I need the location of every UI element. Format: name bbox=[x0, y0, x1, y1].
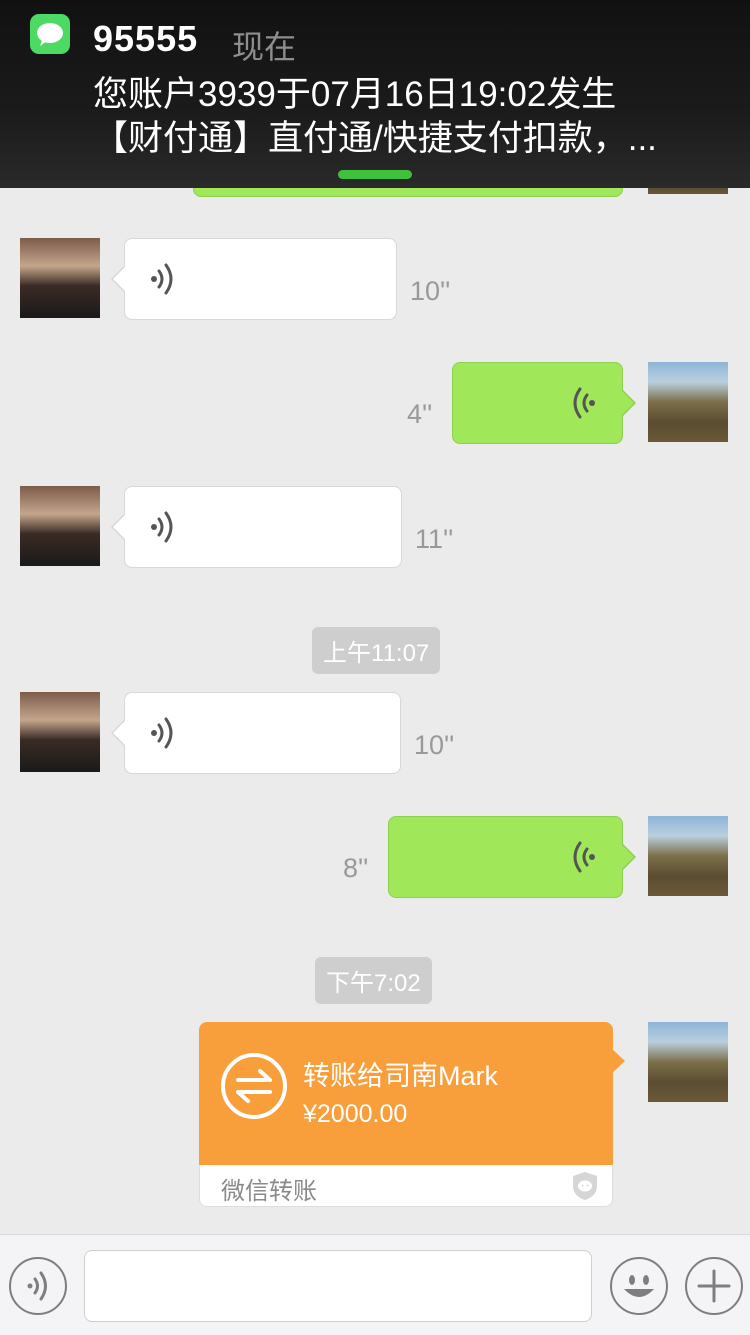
voice-duration: 4'' bbox=[407, 399, 433, 429]
voice-wave-icon bbox=[573, 841, 595, 873]
voice-message-bubble[interactable] bbox=[388, 816, 636, 898]
notification-banner[interactable]: 95555 现在 您账户3939于07月16日19:02发生 【财付通】直付通/… bbox=[0, 0, 750, 188]
notification-handle[interactable] bbox=[338, 170, 412, 179]
chat-input-bar bbox=[0, 1234, 750, 1335]
voice-wave-icon bbox=[151, 717, 173, 749]
voice-message-bubble[interactable] bbox=[111, 238, 397, 320]
voice-message-bubble[interactable] bbox=[111, 692, 401, 774]
transfer-label: 微信转账 bbox=[221, 1178, 317, 1205]
transfer-title: 转账给司南Mark bbox=[303, 1061, 498, 1091]
self-avatar[interactable] bbox=[648, 362, 728, 442]
notification-sender: 95555 bbox=[93, 18, 199, 59]
voice-duration: 8'' bbox=[343, 853, 369, 883]
smiley-icon bbox=[624, 1275, 654, 1297]
contact-avatar[interactable] bbox=[20, 692, 100, 772]
voice-duration: 11'' bbox=[415, 524, 454, 554]
message-input[interactable] bbox=[84, 1250, 592, 1322]
transfer-card[interactable]: 转账给司南Mark ¥2000.00 微信转账 bbox=[199, 1022, 625, 1207]
more-button[interactable] bbox=[685, 1257, 743, 1315]
voice-input-icon bbox=[27, 1271, 47, 1301]
notification-time: 现在 bbox=[232, 29, 297, 65]
transfer-card-footer: 微信转账 bbox=[199, 1165, 613, 1207]
voice-wave-icon bbox=[151, 263, 173, 295]
voice-message-bubble[interactable] bbox=[111, 486, 402, 568]
self-avatar[interactable] bbox=[648, 816, 728, 896]
transfer-amount: ¥2000.00 bbox=[303, 1100, 408, 1128]
voice-message-bubble[interactable] bbox=[452, 362, 636, 444]
contact-avatar[interactable] bbox=[20, 238, 100, 318]
notification-line-2: 【财付通】直付通/快捷支付扣款，... bbox=[93, 119, 657, 158]
voice-wave-icon bbox=[151, 511, 173, 543]
plus-icon bbox=[697, 1269, 731, 1303]
voice-wave-icon bbox=[573, 387, 595, 419]
chat-timestamp: 下午7:02 bbox=[315, 957, 432, 1004]
transfer-arrows-icon bbox=[221, 1053, 287, 1119]
transfer-card-tail bbox=[611, 1048, 625, 1074]
contact-avatar[interactable] bbox=[20, 486, 100, 566]
messages-app-icon bbox=[30, 14, 70, 54]
voice-input-button[interactable] bbox=[9, 1257, 67, 1315]
wechat-pay-shield-icon bbox=[573, 1172, 597, 1200]
voice-duration: 10'' bbox=[410, 276, 451, 306]
self-avatar[interactable] bbox=[648, 1022, 728, 1102]
voice-duration: 10'' bbox=[414, 730, 455, 760]
emoji-button[interactable] bbox=[610, 1257, 668, 1315]
chat-timestamp: 上午11:07 bbox=[312, 627, 441, 674]
